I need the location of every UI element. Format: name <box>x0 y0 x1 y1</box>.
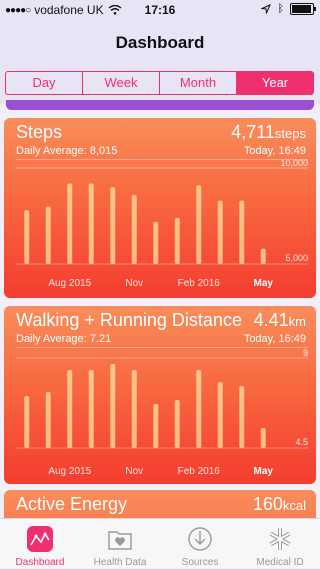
x-tick-label: Aug 2015 <box>48 278 91 289</box>
y-tick-label: 5,000 <box>285 253 308 263</box>
x-tick-label: Feb 2016 <box>178 466 221 477</box>
battery-icon <box>290 3 316 15</box>
medical-id-icon <box>269 528 291 550</box>
y-tick-label: 10,000 <box>280 158 308 168</box>
chart-bar <box>88 183 94 264</box>
status-right: ᛒ <box>261 3 316 15</box>
chart-bar <box>174 217 180 264</box>
card-title: Active Energy <box>16 494 128 514</box>
x-tick-label: May <box>254 466 274 477</box>
distance-card[interactable]: Walking + Running Distance 4.41km Daily … <box>4 306 316 484</box>
card-value: 160kcal <box>253 494 306 515</box>
time-range-segmented-control: Day Week Month Year <box>5 71 314 95</box>
chart-bar <box>88 370 94 448</box>
chart-bar <box>131 194 137 264</box>
health-data-icon <box>108 531 132 550</box>
distance-chart: 9 4.5 Aug 2015 Nov Feb 2016 May <box>16 348 308 477</box>
steps-card[interactable]: Steps 4,711steps Daily Average: 8,015 To… <box>4 118 316 298</box>
chart-bar <box>131 370 137 448</box>
segment-year[interactable]: Year <box>237 72 313 94</box>
x-tick-label: Nov <box>125 278 143 289</box>
navigation-bar: Dashboard <box>0 20 320 68</box>
y-tick-label: 4.5 <box>295 437 308 447</box>
chart-bar <box>174 400 180 448</box>
y-tick-label: 9 <box>303 348 308 358</box>
tab-label: Sources <box>181 557 219 568</box>
value-number: 160 <box>252 494 283 514</box>
chart-bar <box>153 404 159 448</box>
location-arrow-icon <box>261 4 272 14</box>
chart-bar <box>67 183 73 264</box>
x-tick-label: Aug 2015 <box>48 466 91 477</box>
sources-icon <box>188 527 212 551</box>
segment-bar: Day Week Month Year <box>0 68 320 104</box>
page-title: Dashboard <box>115 33 205 52</box>
bluetooth-icon: ᛒ <box>277 3 284 15</box>
tab-label: Health Data <box>93 557 147 568</box>
steps-chart: 10,000 5,000 Aug 2015 Nov Feb 2016 May <box>16 158 308 289</box>
segment-week[interactable]: Week <box>83 72 160 94</box>
chart-bar <box>45 392 51 448</box>
value-unit: kcal <box>282 498 306 513</box>
tab-bar: Dashboard Health Data Sources Medical ID <box>0 518 320 568</box>
chart-bar <box>260 428 266 448</box>
tab-label: Dashboard <box>15 557 65 568</box>
status-bar: ●●●●○ vodafone UK 17:16 ᛒ <box>0 0 320 20</box>
chart-bar <box>67 370 73 448</box>
chart-bar <box>24 396 30 448</box>
chart-bar <box>110 364 116 448</box>
chart-bar <box>260 248 266 264</box>
chart-bar <box>153 221 159 264</box>
chart-bar <box>24 210 30 264</box>
chart-bar <box>110 187 116 264</box>
x-tick-label: Feb 2016 <box>178 278 221 289</box>
chart-bar <box>239 200 245 264</box>
chart-bar <box>196 185 202 264</box>
previous-card-edge[interactable] <box>6 100 314 110</box>
tab-health-data[interactable]: Health Data <box>80 519 160 569</box>
x-tick-label: Nov <box>125 466 143 477</box>
dashboard-icon <box>27 526 53 552</box>
tab-dashboard[interactable]: Dashboard <box>0 519 80 569</box>
tab-sources[interactable]: Sources <box>160 519 240 569</box>
tab-medical-id[interactable]: Medical ID <box>240 519 320 569</box>
chart-bar <box>239 386 245 448</box>
chart-bar <box>217 200 223 264</box>
tab-label: Medical ID <box>256 557 304 568</box>
chart-bar <box>217 382 223 448</box>
chart-bar <box>196 370 202 448</box>
x-tick-label: May <box>254 278 274 289</box>
segment-month[interactable]: Month <box>160 72 237 94</box>
chart-bar <box>45 206 51 264</box>
segment-day[interactable]: Day <box>6 72 83 94</box>
